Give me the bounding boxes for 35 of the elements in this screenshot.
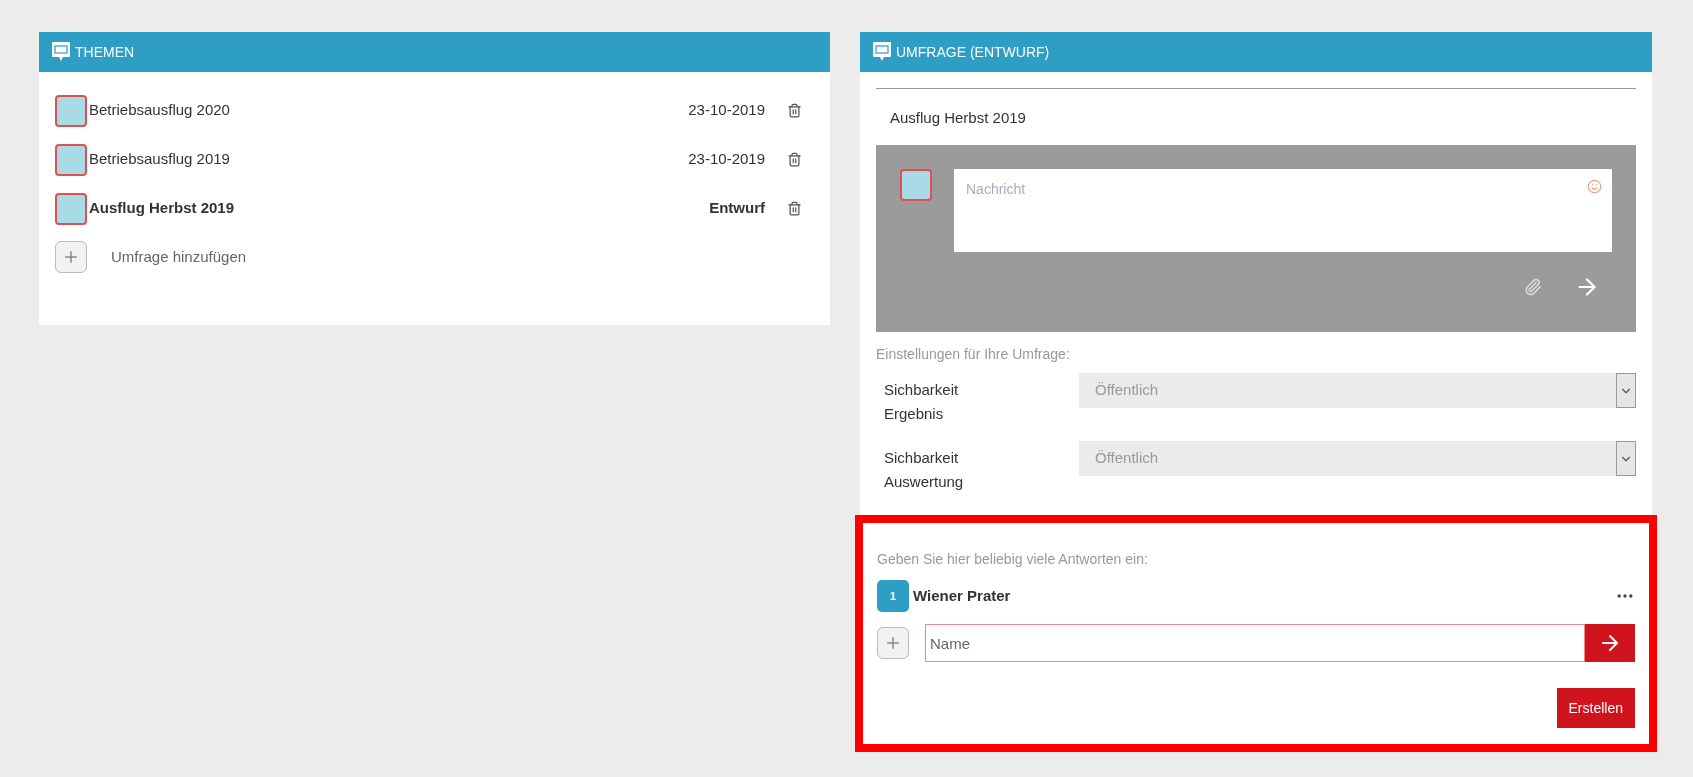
create-button[interactable]: Erstellen [1556, 688, 1635, 728]
answers-hint: Geben Sie hier beliebig viele Antworten ein: [877, 550, 1149, 569]
setting-label: Sichbarkeit Ergebnis [884, 380, 960, 424]
plus-icon [62, 248, 80, 266]
topic-title: Betriebsausflug 2020 [89, 100, 231, 121]
topic-title: Ausflug Herbst 2019 [89, 198, 236, 219]
setting-label: Sichbarkeit Auswertung [884, 448, 965, 492]
avatar-photo [55, 143, 87, 176]
topic-status: 23-10-2019 [688, 100, 765, 121]
survey-title: Ausflug Herbst 2019 [889, 108, 1027, 128]
topic-status: Entwurf [709, 198, 765, 219]
paperclip-icon[interactable] [1524, 278, 1542, 296]
trash-icon[interactable] [787, 152, 802, 167]
add-survey-link[interactable]: Umfrage hinzufügen [111, 245, 247, 269]
answer-text: Wiener Prater [913, 585, 1012, 606]
topic-item[interactable]: Ausflug Herbst 2019 Entwurf [55, 184, 814, 233]
message-field[interactable]: Nachricht [954, 169, 1612, 252]
avatar-photo [900, 169, 932, 201]
panel-title: UMFRAGE (ENTWURF) [896, 42, 1050, 62]
answer-number: 1 [877, 580, 909, 612]
avatar-photo [55, 192, 87, 225]
topic-item[interactable]: Betriebsausflug 2019 23-10-2019 [55, 135, 814, 184]
topic-title: Betriebsausflug 2019 [89, 149, 231, 170]
settings-label: Einstellungen für Ihre Umfrage: [876, 345, 1071, 364]
avatar-photo [55, 94, 87, 127]
chat-icon [51, 41, 71, 63]
topic-item[interactable]: Betriebsausflug 2020 23-10-2019 [55, 86, 814, 135]
trash-icon[interactable] [787, 103, 802, 118]
topic-status: 23-10-2019 [688, 149, 765, 170]
name-field[interactable]: Name [925, 624, 1585, 662]
chat-icon [872, 41, 892, 63]
panel-title: THEMEN [75, 42, 135, 62]
submit-arrow-button[interactable] [1585, 624, 1635, 662]
trash-icon[interactable] [787, 201, 802, 216]
plus-icon [884, 634, 902, 652]
